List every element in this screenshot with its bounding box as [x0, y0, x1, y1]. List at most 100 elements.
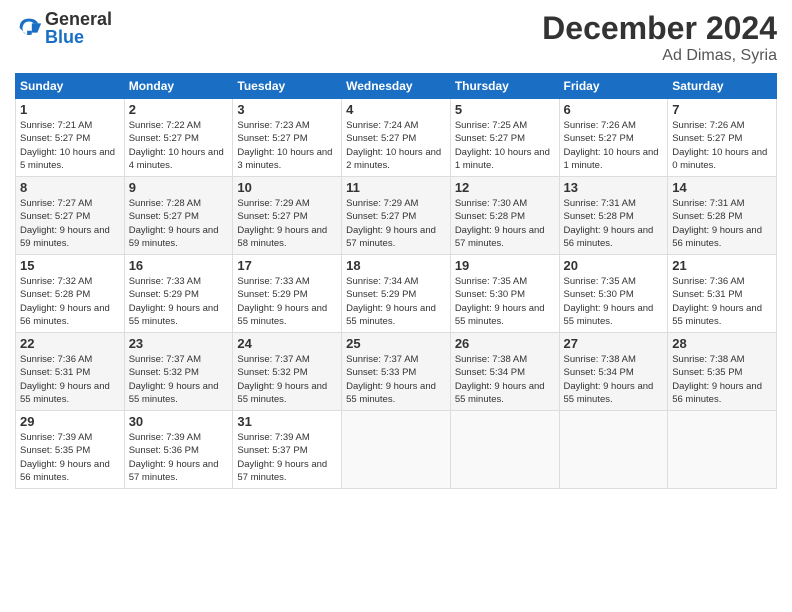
week-row-1: 1 Sunrise: 7:21 AM Sunset: 5:27 PM Dayli…: [16, 99, 777, 177]
calendar-cell: 7 Sunrise: 7:26 AM Sunset: 5:27 PM Dayli…: [668, 99, 777, 177]
day-info: Sunrise: 7:38 AM Sunset: 5:34 PM Dayligh…: [564, 353, 664, 406]
col-saturday: Saturday: [668, 74, 777, 99]
calendar-cell: 2 Sunrise: 7:22 AM Sunset: 5:27 PM Dayli…: [124, 99, 233, 177]
day-info: Sunrise: 7:30 AM Sunset: 5:28 PM Dayligh…: [455, 197, 555, 250]
day-number: 16: [129, 258, 229, 273]
col-sunday: Sunday: [16, 74, 125, 99]
day-info: Sunrise: 7:32 AM Sunset: 5:28 PM Dayligh…: [20, 275, 120, 328]
calendar-cell: 24 Sunrise: 7:37 AM Sunset: 5:32 PM Dayl…: [233, 333, 342, 411]
day-info: Sunrise: 7:38 AM Sunset: 5:35 PM Dayligh…: [672, 353, 772, 406]
day-info: Sunrise: 7:37 AM Sunset: 5:32 PM Dayligh…: [237, 353, 337, 406]
day-number: 29: [20, 414, 120, 429]
day-info: Sunrise: 7:33 AM Sunset: 5:29 PM Dayligh…: [129, 275, 229, 328]
week-row-5: 29 Sunrise: 7:39 AM Sunset: 5:35 PM Dayl…: [16, 411, 777, 489]
calendar-cell: 23 Sunrise: 7:37 AM Sunset: 5:32 PM Dayl…: [124, 333, 233, 411]
day-number: 21: [672, 258, 772, 273]
day-number: 26: [455, 336, 555, 351]
month-title: December 2024: [542, 10, 777, 47]
calendar-cell: 9 Sunrise: 7:28 AM Sunset: 5:27 PM Dayli…: [124, 177, 233, 255]
day-number: 20: [564, 258, 664, 273]
day-number: 15: [20, 258, 120, 273]
day-info: Sunrise: 7:26 AM Sunset: 5:27 PM Dayligh…: [564, 119, 664, 172]
calendar-cell: 17 Sunrise: 7:33 AM Sunset: 5:29 PM Dayl…: [233, 255, 342, 333]
day-info: Sunrise: 7:38 AM Sunset: 5:34 PM Dayligh…: [455, 353, 555, 406]
calendar-cell: 3 Sunrise: 7:23 AM Sunset: 5:27 PM Dayli…: [233, 99, 342, 177]
day-number: 18: [346, 258, 446, 273]
calendar-cell: 14 Sunrise: 7:31 AM Sunset: 5:28 PM Dayl…: [668, 177, 777, 255]
day-number: 24: [237, 336, 337, 351]
day-info: Sunrise: 7:29 AM Sunset: 5:27 PM Dayligh…: [237, 197, 337, 250]
page: General Blue December 2024 Ad Dimas, Syr…: [0, 0, 792, 499]
calendar-cell: [450, 411, 559, 489]
calendar-cell: 26 Sunrise: 7:38 AM Sunset: 5:34 PM Dayl…: [450, 333, 559, 411]
col-wednesday: Wednesday: [342, 74, 451, 99]
calendar-cell: [559, 411, 668, 489]
logo-icon: [15, 14, 43, 42]
day-info: Sunrise: 7:26 AM Sunset: 5:27 PM Dayligh…: [672, 119, 772, 172]
day-number: 27: [564, 336, 664, 351]
calendar-cell: [342, 411, 451, 489]
calendar-cell: 16 Sunrise: 7:33 AM Sunset: 5:29 PM Dayl…: [124, 255, 233, 333]
day-info: Sunrise: 7:39 AM Sunset: 5:35 PM Dayligh…: [20, 431, 120, 484]
day-info: Sunrise: 7:24 AM Sunset: 5:27 PM Dayligh…: [346, 119, 446, 172]
calendar-cell: 28 Sunrise: 7:38 AM Sunset: 5:35 PM Dayl…: [668, 333, 777, 411]
day-number: 10: [237, 180, 337, 195]
day-info: Sunrise: 7:28 AM Sunset: 5:27 PM Dayligh…: [129, 197, 229, 250]
day-number: 31: [237, 414, 337, 429]
calendar-body: 1 Sunrise: 7:21 AM Sunset: 5:27 PM Dayli…: [16, 99, 777, 489]
calendar-cell: 18 Sunrise: 7:34 AM Sunset: 5:29 PM Dayl…: [342, 255, 451, 333]
calendar-cell: 30 Sunrise: 7:39 AM Sunset: 5:36 PM Dayl…: [124, 411, 233, 489]
day-info: Sunrise: 7:23 AM Sunset: 5:27 PM Dayligh…: [237, 119, 337, 172]
day-info: Sunrise: 7:35 AM Sunset: 5:30 PM Dayligh…: [455, 275, 555, 328]
day-number: 13: [564, 180, 664, 195]
day-number: 23: [129, 336, 229, 351]
day-info: Sunrise: 7:27 AM Sunset: 5:27 PM Dayligh…: [20, 197, 120, 250]
day-number: 17: [237, 258, 337, 273]
day-number: 9: [129, 180, 229, 195]
calendar-header-row: Sunday Monday Tuesday Wednesday Thursday…: [16, 74, 777, 99]
location: Ad Dimas, Syria: [542, 47, 777, 65]
logo: General Blue: [15, 10, 112, 46]
logo-blue-text: Blue: [45, 28, 112, 46]
logo-text: General Blue: [45, 10, 112, 46]
day-number: 7: [672, 102, 772, 117]
calendar-table: Sunday Monday Tuesday Wednesday Thursday…: [15, 73, 777, 489]
calendar-cell: 19 Sunrise: 7:35 AM Sunset: 5:30 PM Dayl…: [450, 255, 559, 333]
day-info: Sunrise: 7:37 AM Sunset: 5:32 PM Dayligh…: [129, 353, 229, 406]
day-number: 5: [455, 102, 555, 117]
day-number: 6: [564, 102, 664, 117]
calendar-cell: 6 Sunrise: 7:26 AM Sunset: 5:27 PM Dayli…: [559, 99, 668, 177]
calendar-cell: 25 Sunrise: 7:37 AM Sunset: 5:33 PM Dayl…: [342, 333, 451, 411]
day-info: Sunrise: 7:31 AM Sunset: 5:28 PM Dayligh…: [672, 197, 772, 250]
day-info: Sunrise: 7:37 AM Sunset: 5:33 PM Dayligh…: [346, 353, 446, 406]
day-info: Sunrise: 7:29 AM Sunset: 5:27 PM Dayligh…: [346, 197, 446, 250]
col-thursday: Thursday: [450, 74, 559, 99]
day-info: Sunrise: 7:34 AM Sunset: 5:29 PM Dayligh…: [346, 275, 446, 328]
day-info: Sunrise: 7:22 AM Sunset: 5:27 PM Dayligh…: [129, 119, 229, 172]
calendar-cell: 8 Sunrise: 7:27 AM Sunset: 5:27 PM Dayli…: [16, 177, 125, 255]
day-number: 12: [455, 180, 555, 195]
day-number: 30: [129, 414, 229, 429]
day-number: 28: [672, 336, 772, 351]
logo-general-text: General: [45, 10, 112, 28]
day-number: 8: [20, 180, 120, 195]
day-number: 19: [455, 258, 555, 273]
calendar-cell: 27 Sunrise: 7:38 AM Sunset: 5:34 PM Dayl…: [559, 333, 668, 411]
calendar-cell: 21 Sunrise: 7:36 AM Sunset: 5:31 PM Dayl…: [668, 255, 777, 333]
calendar-cell: 5 Sunrise: 7:25 AM Sunset: 5:27 PM Dayli…: [450, 99, 559, 177]
day-info: Sunrise: 7:35 AM Sunset: 5:30 PM Dayligh…: [564, 275, 664, 328]
day-info: Sunrise: 7:36 AM Sunset: 5:31 PM Dayligh…: [672, 275, 772, 328]
calendar-cell: 11 Sunrise: 7:29 AM Sunset: 5:27 PM Dayl…: [342, 177, 451, 255]
day-number: 2: [129, 102, 229, 117]
calendar-cell: 13 Sunrise: 7:31 AM Sunset: 5:28 PM Dayl…: [559, 177, 668, 255]
calendar-cell: 20 Sunrise: 7:35 AM Sunset: 5:30 PM Dayl…: [559, 255, 668, 333]
day-number: 4: [346, 102, 446, 117]
calendar-cell: 4 Sunrise: 7:24 AM Sunset: 5:27 PM Dayli…: [342, 99, 451, 177]
calendar-cell: 31 Sunrise: 7:39 AM Sunset: 5:37 PM Dayl…: [233, 411, 342, 489]
day-number: 1: [20, 102, 120, 117]
day-number: 3: [237, 102, 337, 117]
day-number: 22: [20, 336, 120, 351]
day-number: 25: [346, 336, 446, 351]
day-info: Sunrise: 7:33 AM Sunset: 5:29 PM Dayligh…: [237, 275, 337, 328]
day-number: 14: [672, 180, 772, 195]
